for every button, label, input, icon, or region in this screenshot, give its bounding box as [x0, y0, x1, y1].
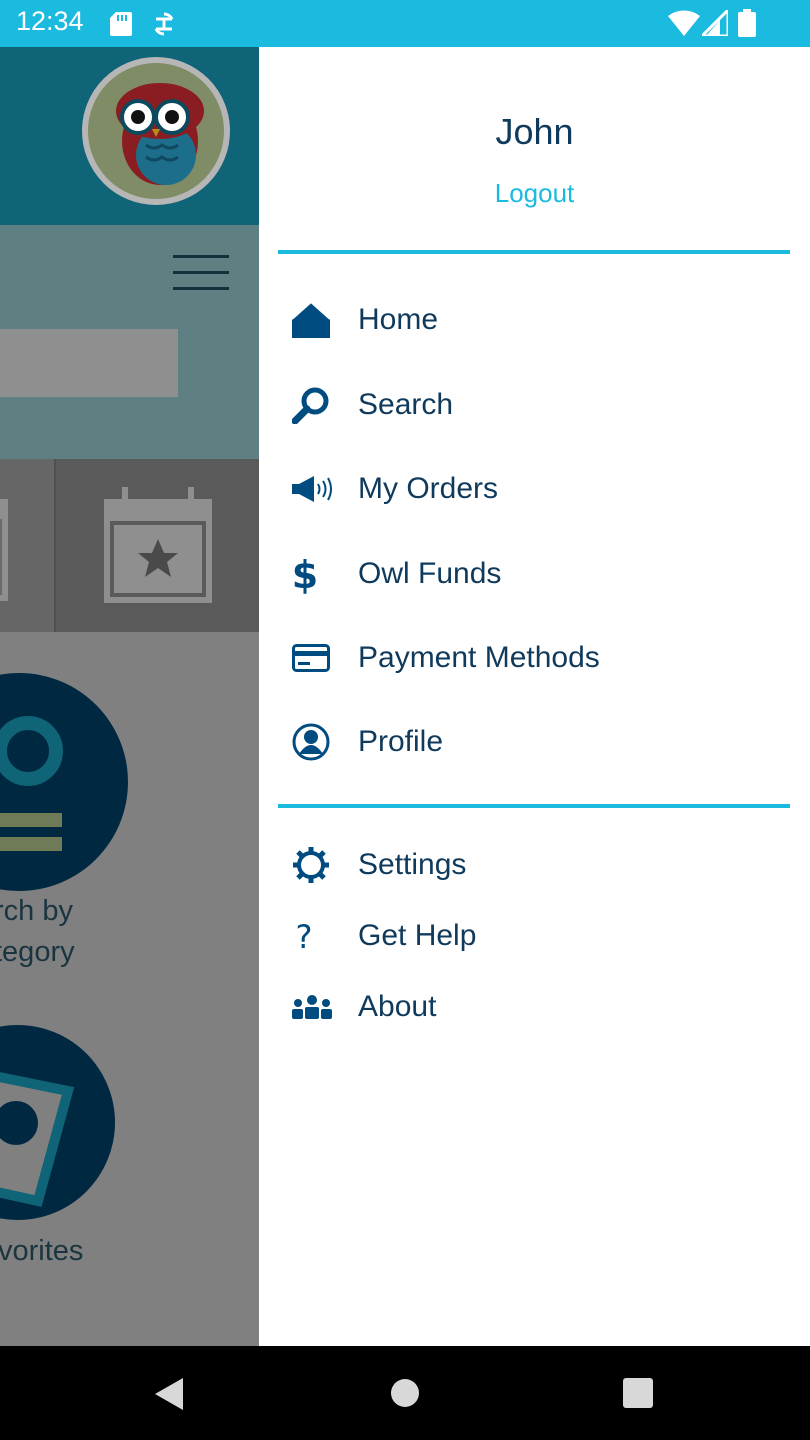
logout-link[interactable]: Logout: [259, 178, 810, 209]
menu-item-payment-methods[interactable]: Payment Methods: [278, 623, 790, 693]
menu-icon[interactable]: [173, 255, 229, 290]
category-icon: [0, 716, 63, 851]
menu-item-search[interactable]: Search: [278, 370, 790, 440]
menu-item-my-orders[interactable]: My Orders: [278, 454, 790, 524]
menu-item-label: Owl Funds: [358, 557, 502, 590]
menu-item-label: Settings: [358, 848, 467, 881]
background-app: rch by tegory vorites: [0, 47, 259, 1346]
sync-icon: [154, 12, 174, 36]
favorites-label: vorites: [0, 1235, 84, 1267]
menu-item-label: Get Help: [358, 919, 477, 952]
home-button[interactable]: [390, 1378, 420, 1408]
svg-text:$: $: [292, 554, 318, 594]
menu-item-label: About: [358, 990, 437, 1023]
megaphone-icon: [278, 476, 358, 502]
menu-item-label: My Orders: [358, 472, 499, 505]
svg-text:?: ?: [296, 918, 313, 954]
menu-item-settings[interactable]: Settings: [278, 830, 790, 900]
menu-item-home[interactable]: Home: [278, 285, 790, 355]
battery-icon: [738, 9, 756, 37]
back-button[interactable]: [154, 1377, 184, 1411]
gear-icon: [278, 846, 358, 884]
status-time: 12:34: [16, 6, 84, 36]
app-toolbar: [0, 225, 259, 459]
owl-logo: [82, 57, 230, 205]
menu-item-profile[interactable]: Profile: [278, 707, 790, 777]
menu-item-get-help[interactable]: ? Get Help: [278, 901, 790, 971]
credit-card-icon: [278, 644, 358, 672]
menu-item-about[interactable]: About: [278, 972, 790, 1042]
tile-row: [0, 459, 259, 632]
dollar-icon: $: [278, 554, 358, 594]
menu-item-owl-funds[interactable]: $ Owl Funds: [278, 539, 790, 609]
owl-mascot-icon: [116, 83, 204, 185]
tile-partial[interactable]: [0, 459, 56, 632]
navigation-drawer: John Logout Home Search My Orders $ Owl …: [259, 47, 810, 1346]
favorites-button[interactable]: [0, 1025, 115, 1220]
app-header: [0, 47, 259, 225]
wifi-icon: [668, 10, 700, 36]
search-icon: [278, 386, 358, 424]
home-icon: [278, 302, 358, 338]
search-by-category-button[interactable]: [0, 673, 128, 891]
system-nav-bar: [0, 1346, 810, 1440]
category-label: rch by tegory: [0, 895, 75, 968]
group-icon: [278, 995, 358, 1019]
menu-item-label: Search: [358, 388, 454, 421]
calendar-star-icon[interactable]: [104, 487, 212, 603]
menu-item-label: Home: [358, 303, 439, 336]
drawer-divider-bottom: [278, 804, 790, 808]
drawer-divider-top: [278, 250, 790, 254]
home-content: rch by tegory vorites: [0, 632, 259, 1346]
menu-item-label: Profile: [358, 725, 444, 758]
signal-icon: [702, 10, 728, 36]
status-bar: 12:34: [0, 0, 810, 47]
recents-button[interactable]: [623, 1378, 653, 1408]
sd-card-icon: [110, 12, 132, 36]
user-name: John: [495, 111, 574, 152]
favorites-icon: [0, 1072, 75, 1207]
user-circle-icon: [278, 723, 358, 761]
menu-item-label: Payment Methods: [358, 641, 600, 674]
question-icon: ?: [278, 918, 358, 954]
search-box[interactable]: [0, 329, 178, 397]
